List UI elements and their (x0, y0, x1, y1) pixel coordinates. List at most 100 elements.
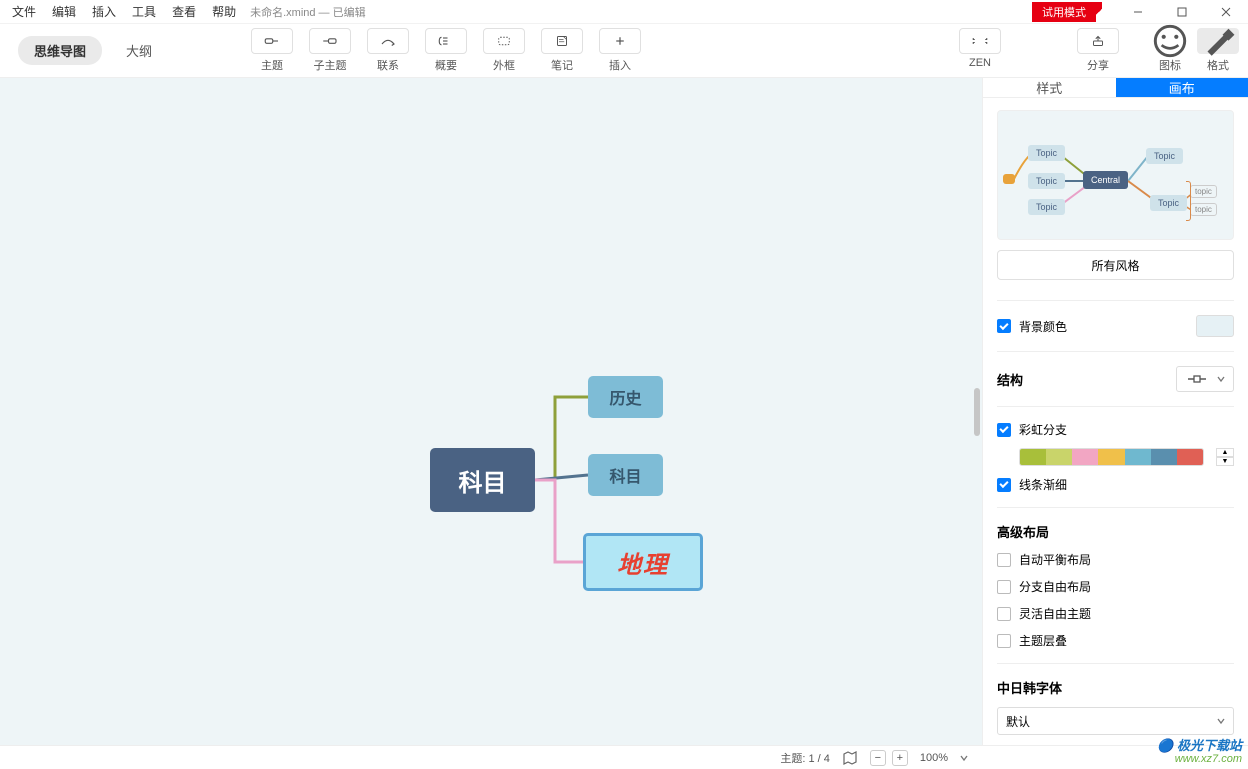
format-panel: 样式 画布 Topic Topic Topic Centr (983, 78, 1248, 745)
tool-label: 概要 (435, 57, 457, 73)
label-taper: 线条渐细 (1019, 476, 1067, 493)
checkbox-rainbow[interactable] (997, 423, 1011, 437)
status-topic-count: 主题: 1 / 4 (780, 750, 830, 766)
chevron-down-icon[interactable] (960, 754, 968, 762)
menu-view[interactable]: 查看 (164, 0, 204, 24)
subtopic-2[interactable]: 科目 (588, 454, 663, 496)
label-cjk: 中日韩字体 (997, 678, 1234, 697)
zoom-out-button[interactable]: − (870, 750, 886, 766)
menu-help[interactable]: 帮助 (204, 0, 244, 24)
central-topic[interactable]: 科目 (430, 448, 535, 512)
tool-label: 分享 (1087, 57, 1109, 73)
section-background: 背景颜色 (997, 300, 1234, 351)
subtopic-icon (309, 28, 351, 54)
preview-topic: Topic (1028, 173, 1065, 189)
tool-subtopic[interactable]: 子主题 (306, 28, 354, 73)
panel-tab-canvas[interactable]: 画布 (1116, 78, 1248, 98)
trial-mode-badge[interactable]: 试用模式 (1032, 2, 1096, 22)
label-advanced: 高级布局 (997, 522, 1234, 541)
zoom-value[interactable]: 100% (920, 752, 948, 764)
panel-tab-style[interactable]: 样式 (983, 78, 1116, 98)
all-styles-button[interactable]: 所有风格 (997, 250, 1234, 280)
preview-minitopic: topic (1190, 203, 1217, 216)
toggle-icons-panel[interactable]: 图标 (1146, 28, 1194, 73)
panel-toggle-group: 图标 格式 (1146, 28, 1242, 73)
tool-summary[interactable]: 概要 (422, 28, 470, 73)
checkbox-bgcolor[interactable] (997, 319, 1011, 333)
cjk-font-select[interactable]: 默认 (997, 707, 1234, 735)
preview-topic: Topic (1028, 145, 1065, 161)
tool-label: 插入 (609, 57, 631, 73)
tool-note[interactable]: 笔记 (538, 28, 586, 73)
panel-body: Topic Topic Topic Central Topic Topic to… (983, 98, 1248, 745)
tool-label: 外框 (493, 57, 515, 73)
cjk-font-value: 默认 (1006, 713, 1030, 730)
toggle-label: 图标 (1159, 57, 1181, 73)
scrollbar-thumb[interactable] (974, 388, 980, 436)
menu-file[interactable]: 文件 (4, 0, 44, 24)
tool-insert[interactable]: 插入 (596, 28, 644, 73)
status-map-icon[interactable] (842, 751, 858, 765)
document-title: 未命名.xmind — 已编辑 (250, 4, 366, 20)
tool-group-main: 主题 子主题 联系 概要 外框 笔记 插入 (248, 28, 644, 73)
tab-outline[interactable]: 大纲 (110, 36, 168, 65)
rainbow-stepper[interactable]: ▲▼ (1216, 448, 1234, 466)
tool-label: 笔记 (551, 57, 573, 73)
toggle-format-panel[interactable]: 格式 (1194, 28, 1242, 73)
checkbox-autobalance[interactable] (997, 553, 1011, 567)
preview-floating (1003, 174, 1015, 184)
checkbox-freetopic[interactable] (997, 607, 1011, 621)
tool-relation[interactable]: 联系 (364, 28, 412, 73)
tool-boundary[interactable]: 外框 (480, 28, 528, 73)
label-overlap: 主题层叠 (1019, 632, 1067, 649)
checkbox-overlap[interactable] (997, 634, 1011, 648)
section-advanced: 高级布局 自动平衡布局 分支自由布局 灵活自由主题 主题层叠 (997, 507, 1234, 663)
label-freebranch: 分支自由布局 (1019, 578, 1091, 595)
insert-icon (599, 28, 641, 54)
chevron-down-icon (1217, 375, 1225, 383)
toolbar: 思维导图 大纲 主题 子主题 联系 概要 外框 笔记 插入 (0, 24, 1248, 78)
preview-bracket (1186, 181, 1191, 221)
rainbow-palette[interactable] (1019, 448, 1204, 466)
summary-icon (425, 28, 467, 54)
menu-insert[interactable]: 插入 (84, 0, 124, 24)
preview-central: Central (1083, 171, 1128, 189)
zoom-in-button[interactable]: + (892, 750, 908, 766)
tool-topic[interactable]: 主题 (248, 28, 296, 73)
tool-label: 主题 (261, 57, 283, 73)
structure-dropdown[interactable] (1176, 366, 1234, 392)
section-branch: 彩虹分支 ▲▼ 线条渐细 (997, 406, 1234, 507)
label-autobalance: 自动平衡布局 (1019, 551, 1091, 568)
menu-edit[interactable]: 编辑 (44, 0, 84, 24)
checkbox-freebranch[interactable] (997, 580, 1011, 594)
vertical-scrollbar[interactable] (972, 78, 982, 745)
tool-group-right: ZEN 分享 (956, 28, 1122, 73)
menu-tool[interactable]: 工具 (124, 0, 164, 24)
zen-icon (959, 28, 1001, 54)
topic-icon (251, 28, 293, 54)
subtopic-1[interactable]: 历史 (588, 376, 663, 418)
tool-zen[interactable]: ZEN (956, 28, 1004, 73)
checkbox-taper[interactable] (997, 478, 1011, 492)
tab-mindmap[interactable]: 思维导图 (18, 36, 102, 65)
theme-preview[interactable]: Topic Topic Topic Central Topic Topic to… (997, 110, 1234, 240)
tool-label: ZEN (969, 57, 991, 69)
connectors (0, 78, 982, 745)
bgcolor-swatch[interactable] (1196, 315, 1234, 337)
section-structure: 结构 (997, 351, 1234, 406)
panel-tabs: 样式 画布 (983, 78, 1248, 98)
chevron-down-icon (1217, 717, 1225, 725)
tool-share[interactable]: 分享 (1074, 28, 1122, 73)
relation-icon (367, 28, 409, 54)
preview-topic: Topic (1028, 199, 1065, 215)
structure-icon (1186, 372, 1208, 386)
label-freetopic: 灵活自由主题 (1019, 605, 1091, 622)
label-structure: 结构 (997, 370, 1023, 389)
section-cjk: 中日韩字体 默认 (997, 663, 1234, 745)
subtopic-3-selected[interactable]: 地理 (583, 533, 703, 591)
tool-label: 子主题 (314, 57, 347, 73)
smiley-icon (1149, 28, 1191, 54)
canvas[interactable]: 科目 历史 科目 地理 (0, 78, 983, 745)
status-bar: 主题: 1 / 4 − + 100% (0, 745, 1248, 769)
view-mode-tabs: 思维导图 大纲 (0, 36, 168, 65)
